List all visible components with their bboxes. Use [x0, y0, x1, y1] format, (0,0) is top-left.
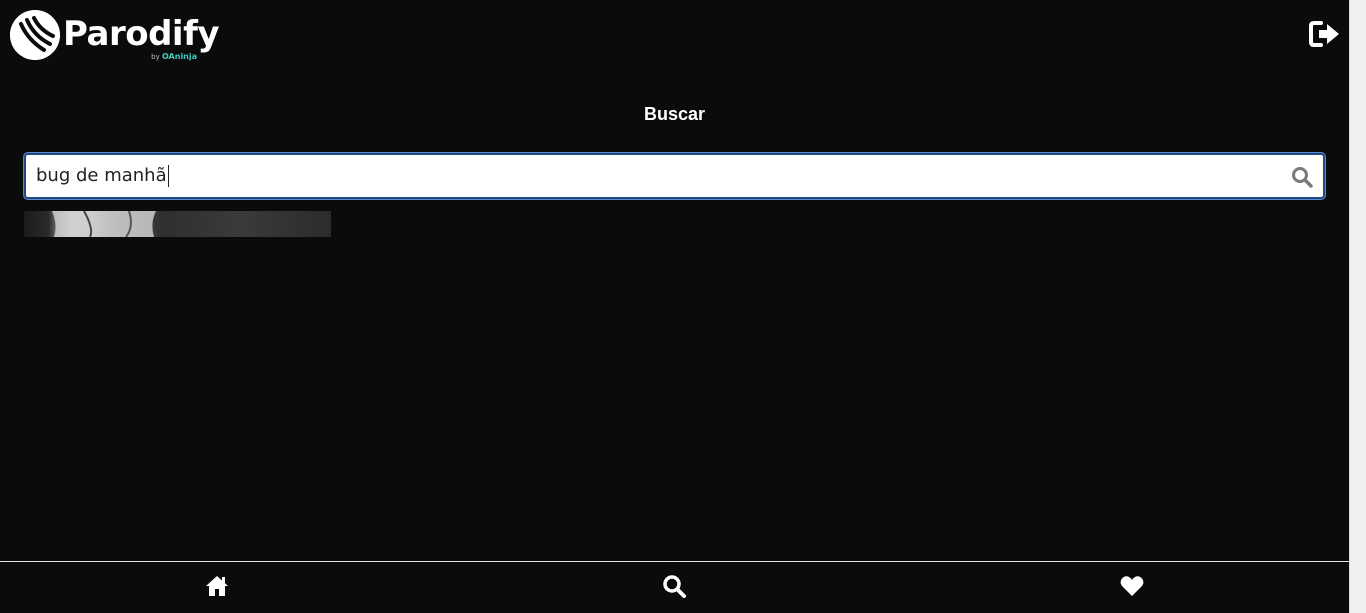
app-window: Parodify by OAninja Buscar bug de manhã — [0, 0, 1349, 613]
header: Parodify by OAninja — [0, 0, 1349, 70]
bottom-navigation — [0, 561, 1349, 613]
window-scrollbar[interactable] — [1349, 0, 1366, 613]
parodify-logo-icon — [10, 10, 60, 60]
text-caret — [167, 165, 169, 187]
heart-icon[interactable] — [1119, 573, 1145, 599]
result-thumbnail[interactable] — [24, 211, 331, 237]
brand-byline: by OAninja — [151, 52, 197, 61]
brand-name: Parodify — [63, 14, 220, 54]
sign-out-icon[interactable] — [1309, 20, 1341, 48]
page-title: Buscar — [643, 104, 706, 124]
nav-search-icon[interactable] — [661, 573, 687, 599]
logo-link[interactable]: Parodify by OAninja — [10, 10, 220, 61]
search-input[interactable]: bug de manhã — [36, 155, 1276, 197]
search-input-value: bug de manhã — [36, 165, 167, 186]
logo-text-group: Parodify by OAninja — [63, 10, 220, 61]
search-field[interactable]: bug de manhã — [24, 153, 1325, 199]
search-icon[interactable] — [1291, 166, 1313, 188]
home-icon[interactable] — [204, 573, 230, 599]
brand-by-label: by — [151, 53, 160, 61]
brand-partner: OAninja — [161, 52, 198, 61]
